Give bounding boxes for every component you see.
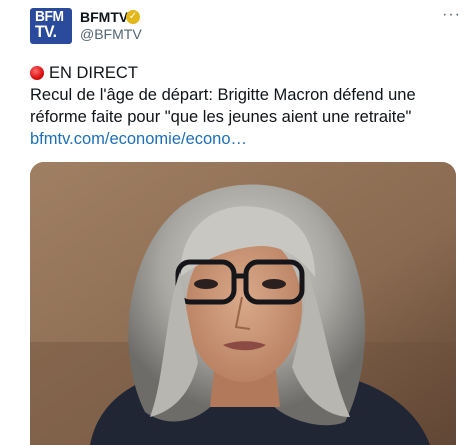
photo-illustration (30, 162, 456, 445)
tweet-text: EN DIRECT Recul de l'âge de départ: Brig… (30, 62, 455, 150)
red-circle-icon (30, 66, 44, 80)
more-dots-icon[interactable]: ··· (442, 6, 461, 24)
display-name[interactable]: BFMTV (80, 9, 128, 25)
tweet-line-1: Recul de l'âge de départ: Brigitte Macro… (30, 86, 416, 104)
tweet-line-2: réforme faite pour "que les jeunes aient… (30, 108, 412, 126)
avatar[interactable]: BFM TV. (30, 8, 72, 44)
article-link[interactable]: bfmtv.com/economie/econo… (30, 128, 455, 150)
tweet-photo[interactable] (30, 162, 456, 445)
bfmtv-logo: BFM TV. (35, 8, 64, 41)
handle[interactable]: @BFMTV (80, 26, 142, 42)
live-label: EN DIRECT (49, 64, 138, 82)
verified-badge-icon: ✓ (126, 10, 140, 24)
